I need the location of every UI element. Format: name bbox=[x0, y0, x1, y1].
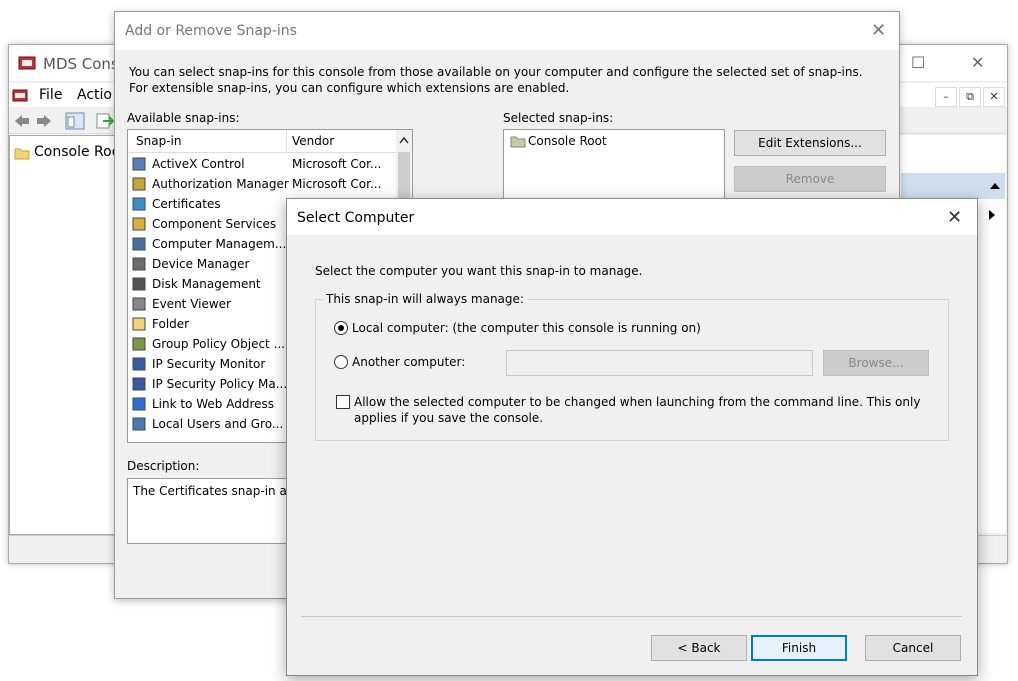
mdi-close-icon[interactable]: ✕ bbox=[983, 87, 1005, 107]
another-computer-radio[interactable] bbox=[334, 355, 348, 369]
browse-button[interactable]: Browse... bbox=[823, 350, 929, 376]
tree-item-console-root[interactable]: Console Roo bbox=[34, 144, 120, 160]
footer-separator bbox=[301, 616, 962, 617]
close-icon[interactable]: ✕ bbox=[871, 20, 886, 41]
certificates-icon bbox=[132, 197, 146, 211]
intro-text: You can select snap-ins for this console… bbox=[129, 65, 863, 95]
dialog-title: Add or Remove Snap-ins bbox=[125, 23, 297, 39]
select-computer-dialog: Select Computer ✕ Select the computer yo… bbox=[286, 198, 978, 676]
mdi-restore-icon[interactable]: ⧉ bbox=[959, 87, 981, 107]
column-header-snapin[interactable]: Snap-in bbox=[136, 134, 181, 148]
snapin-name: Group Policy Object ... bbox=[152, 337, 286, 351]
snapin-name: Local Users and Gro... bbox=[152, 417, 284, 431]
snapin-row[interactable]: ActiveX Control Microsoft Cor... bbox=[132, 154, 394, 174]
folder-icon bbox=[510, 136, 526, 148]
cancel-button[interactable]: Cancel bbox=[865, 635, 961, 661]
available-snapins-label: Available snap-ins: bbox=[127, 111, 240, 125]
back-button[interactable]: < Back bbox=[651, 635, 747, 661]
forward-arrow-icon[interactable] bbox=[35, 113, 53, 129]
back-arrow-icon[interactable] bbox=[13, 113, 31, 129]
authorization-icon bbox=[132, 177, 146, 191]
close-icon[interactable]: ✕ bbox=[947, 207, 962, 228]
local-computer-label[interactable]: Local computer: (the computer this conso… bbox=[352, 321, 701, 335]
web-link-icon bbox=[132, 397, 146, 411]
allow-change-label-line1: Allow the selected computer to be change… bbox=[354, 395, 921, 409]
local-computer-radio[interactable] bbox=[334, 321, 348, 335]
selected-snapins-label: Selected snap-ins: bbox=[503, 111, 614, 125]
actions-header[interactable] bbox=[901, 173, 1005, 199]
show-hide-tree-icon[interactable] bbox=[65, 112, 85, 130]
scrollbar-thumb[interactable] bbox=[398, 152, 410, 202]
close-icon[interactable]: ✕ bbox=[971, 53, 984, 72]
computer-management-icon bbox=[132, 237, 146, 251]
dialog-title-bar: Add or Remove Snap-ins ✕ bbox=[115, 12, 899, 50]
snapin-vendor: Microsoft Cor... bbox=[292, 177, 382, 191]
edit-extensions-button[interactable]: Edit Extensions... bbox=[734, 130, 886, 156]
console-menu-icon[interactable] bbox=[11, 87, 31, 105]
mmc-app-icon bbox=[18, 56, 36, 70]
expand-right-icon[interactable] bbox=[987, 209, 997, 221]
folder-icon bbox=[14, 148, 30, 160]
snapin-name: ActiveX Control bbox=[152, 157, 245, 171]
snapin-name: Authorization Manager bbox=[152, 177, 289, 191]
ip-security-policy-icon bbox=[132, 377, 146, 391]
device-manager-icon bbox=[132, 257, 146, 271]
mdi-minimize-icon[interactable]: – bbox=[935, 87, 957, 107]
snapin-name: Computer Managem... bbox=[152, 237, 287, 251]
snapin-name: Event Viewer bbox=[152, 297, 231, 311]
allow-change-label-line2: applies if you save the console. bbox=[354, 411, 544, 425]
ip-security-icon bbox=[132, 357, 146, 371]
remove-button[interactable]: Remove bbox=[734, 166, 886, 192]
snapin-name: Link to Web Address bbox=[152, 397, 275, 411]
component-services-icon bbox=[132, 217, 146, 231]
folder-icon bbox=[132, 317, 146, 331]
column-separator[interactable] bbox=[286, 130, 287, 152]
snapin-name: IP Security Policy Ma... bbox=[152, 377, 288, 391]
snapin-vendor: Microsoft Cor... bbox=[292, 157, 382, 171]
snapin-name: Folder bbox=[152, 317, 190, 331]
menu-file[interactable]: File bbox=[39, 87, 62, 103]
prompt-text: Select the computer you want this snap-i… bbox=[315, 264, 643, 278]
allow-change-checkbox[interactable] bbox=[336, 395, 350, 409]
users-icon bbox=[132, 417, 146, 431]
console-tree: Console Roo bbox=[9, 135, 123, 535]
scroll-up-icon[interactable] bbox=[399, 136, 409, 144]
snapin-name: Device Manager bbox=[152, 257, 250, 271]
snapin-name: Component Services bbox=[152, 217, 277, 231]
selected-item-console-root[interactable]: Console Root bbox=[528, 134, 607, 148]
maximize-icon[interactable]: ☐ bbox=[911, 53, 925, 72]
description-box: The Certificates snap-in all bbox=[127, 478, 301, 544]
group-policy-icon bbox=[132, 337, 146, 351]
collapse-up-icon[interactable] bbox=[989, 182, 1001, 190]
another-computer-field[interactable] bbox=[506, 350, 813, 376]
allow-change-label[interactable]: Allow the selected computer to be change… bbox=[354, 394, 920, 426]
column-header-vendor[interactable]: Vendor bbox=[292, 134, 334, 148]
menu-action[interactable]: Actio bbox=[77, 87, 112, 103]
snapin-name: Certificates bbox=[152, 197, 221, 211]
another-computer-label[interactable]: Another computer: bbox=[352, 355, 465, 369]
event-viewer-icon bbox=[132, 297, 146, 311]
description-label: Description: bbox=[127, 459, 200, 473]
disk-icon bbox=[132, 277, 146, 291]
list-header: Snap-in Vendor bbox=[128, 130, 396, 153]
dialog-title-bar: Select Computer ✕ bbox=[287, 199, 977, 235]
snapin-name: IP Security Monitor bbox=[152, 357, 266, 371]
finish-button[interactable]: Finish bbox=[751, 635, 847, 661]
dialog-title: Select Computer bbox=[297, 210, 415, 226]
snapin-name: Disk Management bbox=[152, 277, 261, 291]
group-label: This snap-in will always manage: bbox=[323, 292, 527, 306]
description-text: The Certificates snap-in all bbox=[133, 484, 294, 498]
snapin-row[interactable]: Authorization Manager Microsoft Cor... bbox=[132, 174, 394, 194]
activex-icon bbox=[132, 157, 146, 171]
export-list-icon[interactable] bbox=[95, 112, 115, 130]
